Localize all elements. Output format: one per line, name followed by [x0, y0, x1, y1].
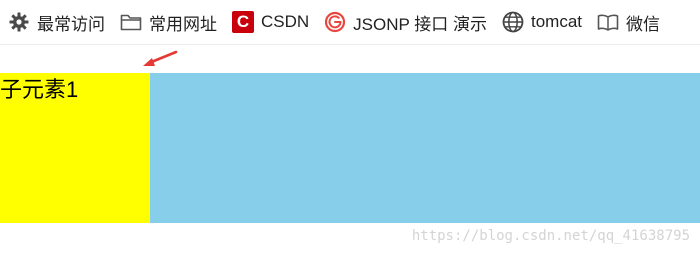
watermark-text: https://blog.csdn.net/qq_41638795: [411, 228, 690, 244]
bookmark-wechat[interactable]: 微信: [589, 0, 667, 44]
bookmark-most-visited[interactable]: 最常访问: [0, 0, 112, 44]
parent-container: 子元素1: [0, 73, 700, 223]
bookmark-label: tomcat: [531, 12, 583, 31]
bookmark-jsonp-demo[interactable]: JSONP 接口 演示: [316, 0, 494, 44]
gear-icon: [8, 11, 30, 33]
bookmark-folder-common-sites[interactable]: 常用网址: [112, 0, 224, 44]
bookmark-tomcat[interactable]: tomcat: [494, 0, 589, 44]
bookmarks-toolbar: 最常访问 常用网址 C CSDN JSONP 接口 演示 tomcat 微信: [0, 0, 700, 45]
bookmark-csdn[interactable]: C CSDN: [224, 0, 316, 44]
globe-icon: [502, 11, 524, 33]
bookmark-label: 常用网址: [149, 14, 217, 34]
folder-icon: [120, 11, 142, 33]
g-logo-icon: [324, 11, 346, 33]
csdn-logo-glyph: C: [232, 11, 254, 33]
bookmark-label: 微信: [626, 14, 661, 34]
child-element-label: 子元素1: [0, 77, 79, 102]
child-element-1: 子元素1: [0, 73, 150, 223]
book-icon: [597, 11, 619, 33]
red-arrow-annotation: [143, 50, 178, 66]
bookmark-label: JSONP 接口 演示: [353, 14, 487, 34]
bookmark-label: 最常访问: [37, 14, 105, 34]
csdn-logo-icon: C: [232, 11, 254, 33]
bookmark-label: CSDN: [261, 12, 310, 31]
